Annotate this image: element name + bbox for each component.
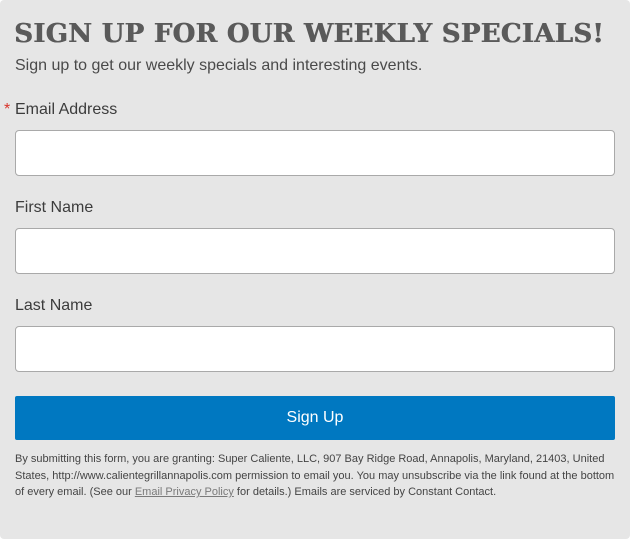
last-name-field[interactable] bbox=[15, 326, 615, 372]
signup-form-card: SIGN UP FOR OUR WEEKLY SPECIALS! Sign up… bbox=[0, 0, 630, 539]
required-marker: * bbox=[4, 101, 11, 118]
email-privacy-policy-link[interactable]: Email Privacy Policy bbox=[135, 486, 234, 498]
form-headline: SIGN UP FOR OUR WEEKLY SPECIALS! bbox=[14, 19, 604, 49]
first-name-field[interactable] bbox=[15, 228, 615, 274]
consent-disclaimer: By submitting this form, you are grantin… bbox=[15, 451, 615, 501]
first-name-label: First Name bbox=[15, 199, 94, 216]
last-name-label: Last Name bbox=[15, 297, 93, 314]
email-label: Email Address bbox=[15, 101, 118, 118]
sign-up-button[interactable]: Sign Up bbox=[15, 396, 615, 440]
disclaimer-text-after: for details.) Emails are serviced by Con… bbox=[233, 486, 497, 498]
form-subheadline: Sign up to get our weekly specials and i… bbox=[15, 57, 423, 74]
email-field[interactable] bbox=[15, 130, 615, 176]
